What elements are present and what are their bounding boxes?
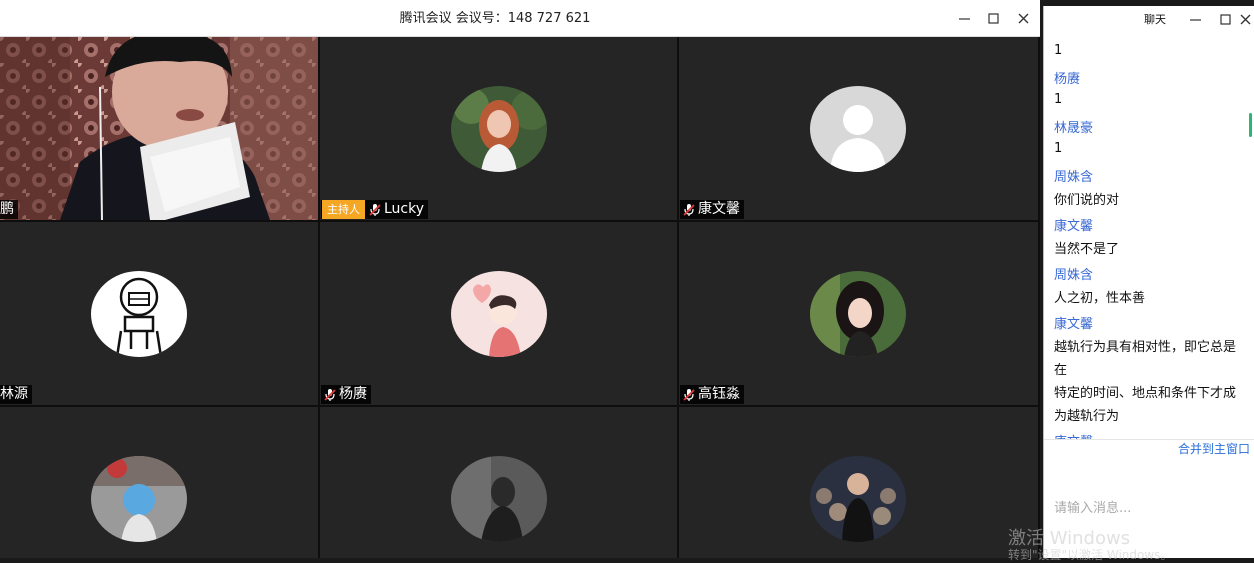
message-text: 当然不是了 (1054, 242, 1120, 257)
chat-titlebar[interactable]: 聊天 (1044, 6, 1254, 33)
participant-tile[interactable] (0, 407, 318, 558)
participant-avatar (451, 86, 547, 172)
participant-tile[interactable]: 杨赓 (320, 222, 677, 405)
participant-avatar (91, 456, 187, 542)
maximize-icon (1220, 14, 1231, 25)
chat-title: 聊天 (1144, 13, 1166, 26)
meeting-window: 腾讯会议 会议号：148 727 621 鹏 主持人 Lucky 康文馨 林源 … (0, 0, 1040, 558)
host-badge: 主持人 (322, 200, 365, 219)
mic-muted-icon (324, 388, 336, 401)
participant-tile[interactable]: 高钰淼 (679, 222, 1038, 405)
message-text: 1 (1054, 92, 1063, 107)
mic-muted-icon (683, 388, 695, 401)
message-text: 人之初，性本善 (1054, 291, 1146, 306)
close-icon (1240, 14, 1251, 25)
maximize-button[interactable] (979, 0, 1008, 37)
video-feed (0, 37, 318, 220)
participant-tile[interactable] (679, 407, 1038, 558)
participant-avatar (810, 86, 906, 172)
message-text-line: 在 (1054, 363, 1068, 378)
participant-tile[interactable]: 主持人 Lucky (320, 37, 677, 220)
message-text: 1 (1054, 43, 1063, 58)
message-text-line: 为越轨行为 (1054, 409, 1120, 424)
message-sender: 康文馨 (1054, 431, 1093, 439)
participant-avatar (451, 456, 547, 542)
participant-name: 林源 (0, 386, 28, 402)
participant-nametag: 杨赓 (321, 385, 371, 404)
chat-message-list[interactable]: 1 杨赓 1 林晟豪 1 周姝含 你们说的对 康文馨 当然不是了 周姝含 人之初… (1044, 33, 1254, 439)
participant-tile[interactable]: 康文馨 (679, 37, 1038, 220)
message-sender: 康文馨 (1054, 219, 1094, 234)
message-sender: 康文馨 (1054, 317, 1094, 332)
chat-maximize-button[interactable] (1211, 6, 1240, 33)
participant-name: 高钰淼 (698, 386, 740, 402)
participant-nametag: 主持人 Lucky (321, 200, 429, 219)
participant-name: 鹏 (0, 201, 14, 217)
maximize-icon (988, 13, 999, 24)
mic-muted-icon (369, 203, 381, 216)
message-text-line: 越轨行为具有相对性，即它总是 (1054, 340, 1237, 355)
participant-avatar (810, 456, 906, 542)
message-sender (1054, 33, 1058, 36)
participant-nametag: 康文馨 (680, 200, 744, 219)
chat-scrollbar[interactable] (1249, 113, 1252, 137)
message-sender: 周姝含 (1054, 170, 1094, 185)
meeting-titlebar[interactable]: 腾讯会议 会议号：148 727 621 (0, 0, 1040, 37)
chat-close-button[interactable] (1240, 6, 1254, 33)
chat-minimize-button[interactable] (1181, 6, 1210, 33)
participant-tile[interactable]: 林源 (0, 222, 318, 405)
participant-name: 杨赓 (339, 386, 367, 402)
participant-nametag: 高钰淼 (680, 385, 744, 404)
message-sender: 周姝含 (1054, 268, 1094, 283)
participant-name: 康文馨 (698, 201, 740, 217)
participant-nametag: 林源 (0, 385, 32, 404)
close-icon (1018, 13, 1029, 24)
participant-avatar (451, 271, 547, 357)
message-text: 1 (1054, 141, 1063, 156)
meeting-title: 腾讯会议 会议号：148 727 621 (399, 11, 591, 26)
participant-avatar (810, 271, 906, 357)
minimize-icon (959, 18, 970, 20)
participant-tile[interactable] (320, 407, 677, 558)
participant-nametag: 鹏 (0, 200, 18, 219)
minimize-icon (1190, 19, 1201, 21)
close-button[interactable] (1009, 0, 1038, 37)
message-text-line: 特定的时间、地点和条件下才成 (1054, 386, 1237, 401)
participant-avatar (91, 271, 187, 357)
message-text: 你们说的对 (1054, 193, 1120, 208)
message-sender: 林晟豪 (1054, 121, 1094, 136)
participant-tile-video[interactable]: 鹏 (0, 37, 318, 220)
activation-watermark-hint: 转到"设置"以激活 Windows。 (1008, 548, 1173, 562)
minimize-button[interactable] (950, 0, 979, 37)
mic-muted-icon (683, 203, 695, 216)
participant-name: Lucky (384, 201, 425, 217)
chat-window: 聊天 1 杨赓 1 林晟豪 1 周姝含 你们说的对 康文馨 当然不是了 周姝含 … (1043, 6, 1254, 558)
message-sender: 杨赓 (1054, 72, 1081, 87)
video-grid: 鹏 主持人 Lucky 康文馨 林源 杨赓 高钰淼 (0, 37, 1040, 558)
merge-to-main-window-link[interactable]: 合并到主窗口 (1178, 440, 1250, 458)
